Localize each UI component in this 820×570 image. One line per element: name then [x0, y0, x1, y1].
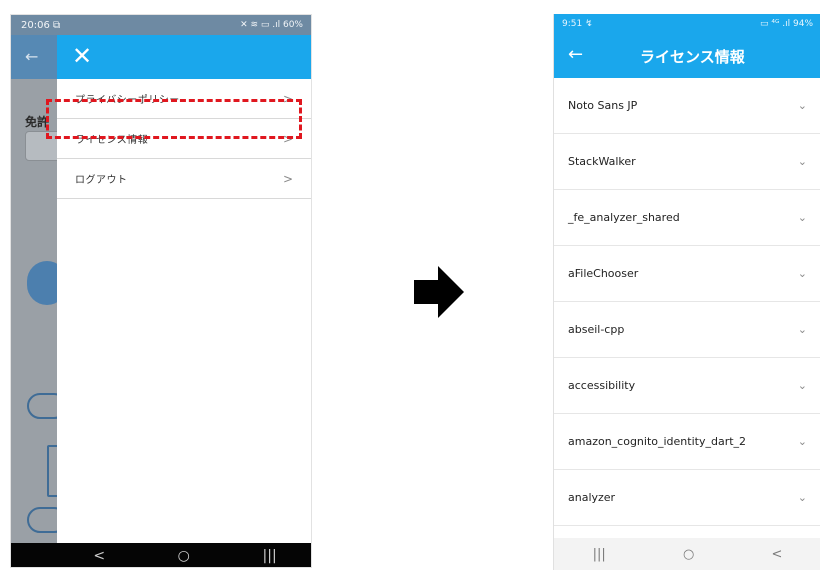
- license-list-item[interactable]: StackWalker ⌄: [554, 134, 820, 190]
- page-title: ライセンス情報: [640, 48, 745, 66]
- nav-back-icon[interactable]: <: [93, 548, 105, 564]
- chevron-down-icon: ⌄: [797, 435, 807, 448]
- license-name: analyzer: [568, 491, 616, 504]
- status-bar: 20:06 ⧉ ✕ ≋ ▭ .ıl 60%: [11, 15, 311, 35]
- license-list-item[interactable]: Noto Sans JP ⌄: [554, 78, 820, 134]
- license-name: aFileChooser: [568, 267, 639, 280]
- nav-back-icon[interactable]: <: [771, 547, 782, 562]
- nav-home-icon[interactable]: ○: [683, 547, 694, 562]
- license-name: Noto Sans JP: [568, 99, 638, 112]
- chevron-down-icon: ⌄: [797, 267, 807, 280]
- status-time: 20:06 ⧉: [21, 19, 61, 31]
- chevron-down-icon: ⌄: [797, 211, 807, 224]
- back-arrow-icon: ←: [25, 47, 39, 66]
- license-list-item[interactable]: aFileChooser ⌄: [554, 246, 820, 302]
- chevron-right-icon: >: [282, 171, 293, 186]
- license-list-item[interactable]: analyzer ⌄: [554, 470, 820, 526]
- license-list-item[interactable]: accessibility ⌄: [554, 358, 820, 414]
- highlight-box: [46, 99, 302, 139]
- status-bar: 9:51 ↯ ▭ ⁴ᴳ .ıl 94%: [554, 14, 820, 34]
- nav-recents-icon[interactable]: |||: [593, 547, 606, 562]
- back-arrow-icon[interactable]: ←: [568, 44, 583, 65]
- chevron-down-icon: ⌄: [797, 323, 807, 336]
- close-icon[interactable]: ✕: [67, 41, 97, 71]
- app-header: ← ライセンス情報: [554, 34, 820, 78]
- license-list-item[interactable]: amazon_cognito_identity_dart_2 ⌄: [554, 414, 820, 470]
- license-list-item[interactable]: _fe_analyzer_shared ⌄: [554, 190, 820, 246]
- right-arrow-icon: [414, 266, 464, 318]
- android-nav-bar: ||| ○ <: [554, 538, 820, 570]
- right-phone-screenshot: 9:51 ↯ ▭ ⁴ᴳ .ıl 94% ← ライセンス情報 Noto Sans …: [553, 14, 820, 570]
- nav-home-icon[interactable]: ○: [178, 548, 190, 564]
- status-indicators: ▭ ⁴ᴳ .ıl 94%: [760, 19, 813, 29]
- chevron-down-icon: ⌄: [797, 155, 807, 168]
- nav-recents-icon[interactable]: |||: [263, 548, 277, 564]
- license-name: abseil-cpp: [568, 323, 625, 336]
- canvas: 20:06 ⧉ ✕ ≋ ▭ .ıl 60% ← 免許 ✕ プライバシーポリシー …: [0, 0, 820, 570]
- license-list-item[interactable]: abseil-cpp ⌄: [554, 302, 820, 358]
- chevron-down-icon: ⌄: [797, 99, 807, 112]
- license-name: _fe_analyzer_shared: [568, 211, 680, 224]
- license-name: StackWalker: [568, 155, 636, 168]
- menu-item-label: ログアウト: [75, 175, 128, 186]
- status-indicators: ✕ ≋ ▭ .ıl 60%: [240, 20, 303, 30]
- left-phone-screenshot: 20:06 ⧉ ✕ ≋ ▭ .ıl 60% ← 免許 ✕ プライバシーポリシー …: [10, 14, 312, 568]
- license-name: amazon_cognito_identity_dart_2: [568, 435, 747, 448]
- license-name: accessibility: [568, 379, 636, 392]
- menu-item-logout[interactable]: ログアウト >: [57, 159, 311, 199]
- drawer-header: ✕: [57, 35, 311, 79]
- chevron-down-icon: ⌄: [797, 379, 807, 392]
- chevron-down-icon: ⌄: [797, 491, 807, 504]
- android-nav-bar: < ○ |||: [11, 543, 311, 567]
- status-time: 9:51 ↯: [562, 19, 593, 29]
